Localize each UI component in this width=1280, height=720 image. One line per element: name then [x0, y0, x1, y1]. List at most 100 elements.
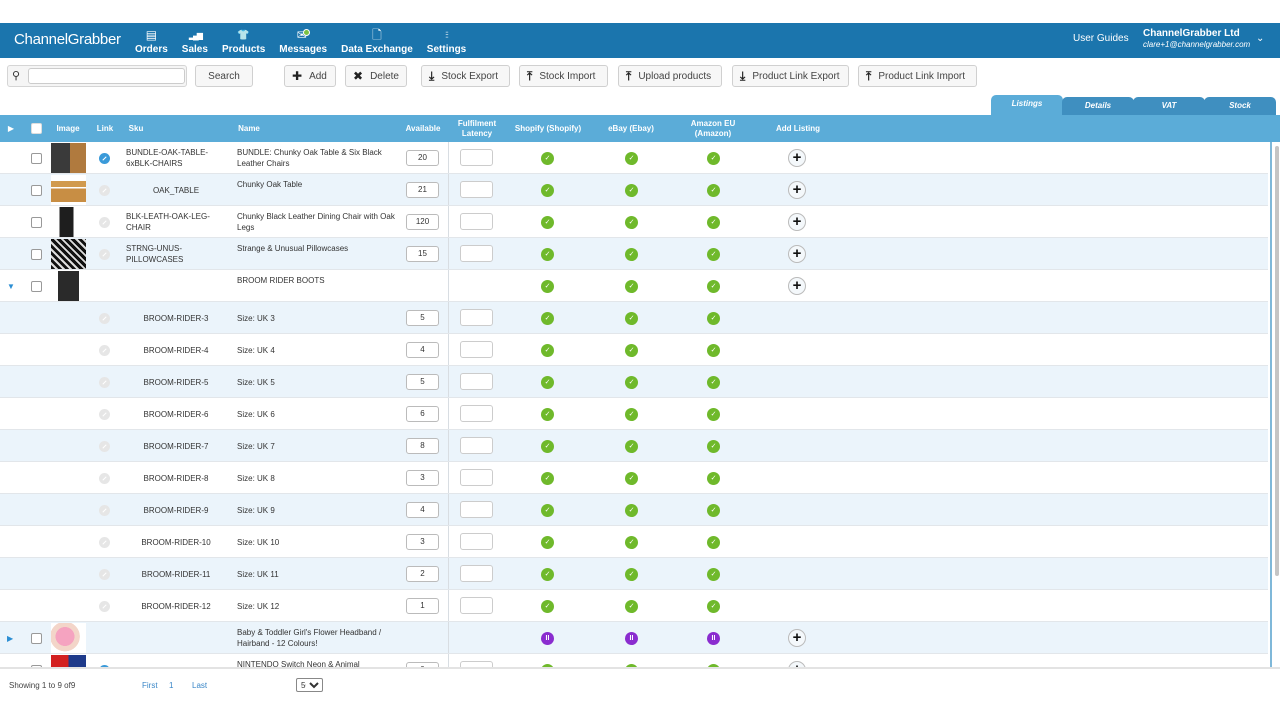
- tab-details[interactable]: Details: [1062, 97, 1134, 115]
- listing-ok-icon[interactable]: ✓: [625, 184, 638, 197]
- link-icon[interactable]: [99, 217, 110, 228]
- available-input[interactable]: 4: [406, 342, 439, 358]
- variation-row[interactable]: BROOM-RIDER-12 Size: UK 12 1 ✓ ✓ ✓: [0, 590, 1268, 622]
- link-icon[interactable]: [99, 505, 110, 516]
- listing-ok-icon[interactable]: ✓: [625, 440, 638, 453]
- link-icon[interactable]: [99, 569, 110, 580]
- listing-ok-icon[interactable]: ✓: [541, 152, 554, 165]
- search-button[interactable]: Search: [195, 65, 253, 87]
- link-icon[interactable]: [99, 153, 110, 164]
- listing-ok-icon[interactable]: ✓: [707, 472, 720, 485]
- listing-ok-icon[interactable]: ✓: [541, 184, 554, 197]
- listing-ok-icon[interactable]: ✓: [707, 344, 720, 357]
- product-thumbnail[interactable]: [51, 239, 86, 269]
- listing-ok-icon[interactable]: ✓: [707, 248, 720, 261]
- listing-ok-icon[interactable]: ✓: [707, 408, 720, 421]
- add-listing-button[interactable]: +: [788, 245, 806, 263]
- product-thumbnail[interactable]: [51, 207, 86, 237]
- available-input[interactable]: 2: [406, 566, 439, 582]
- listing-ok-icon[interactable]: ✓: [625, 248, 638, 261]
- product-thumbnail[interactable]: [51, 143, 86, 173]
- variation-row[interactable]: BROOM-RIDER-11 Size: UK 11 2 ✓ ✓ ✓: [0, 558, 1268, 590]
- add-listing-button[interactable]: +: [788, 181, 806, 199]
- tab-stock[interactable]: Stock: [1204, 97, 1276, 115]
- available-input[interactable]: 5: [406, 310, 439, 326]
- link-icon[interactable]: [99, 377, 110, 388]
- product-thumbnail[interactable]: [51, 175, 86, 205]
- link-icon[interactable]: [99, 537, 110, 548]
- row-checkbox[interactable]: [31, 217, 42, 228]
- fulfilment-latency-input[interactable]: [460, 373, 493, 390]
- account-menu[interactable]: ChannelGrabber Ltd clare+1@channelgrabbe…: [1143, 28, 1250, 49]
- listing-ok-icon[interactable]: ✓: [541, 472, 554, 485]
- available-input[interactable]: 120: [406, 214, 439, 230]
- add-listing-button[interactable]: +: [788, 277, 806, 295]
- column-sku[interactable]: Sku: [128, 115, 144, 142]
- add-listing-button[interactable]: +: [788, 213, 806, 231]
- nav-sales[interactable]: ▂▄▆ Sales: [175, 23, 215, 58]
- product-thumbnail[interactable]: [51, 271, 86, 301]
- fulfilment-latency-input[interactable]: [460, 501, 493, 518]
- available-input[interactable]: 6: [406, 406, 439, 422]
- user-guides-link[interactable]: User Guides: [1073, 33, 1129, 44]
- page-1-link[interactable]: 1: [169, 681, 173, 690]
- fulfilment-latency-input[interactable]: [460, 245, 493, 262]
- variation-row[interactable]: BROOM-RIDER-5 Size: UK 5 5 ✓ ✓ ✓: [0, 366, 1268, 398]
- channelgrabber-logo[interactable]: ChannelGrabber: [14, 31, 121, 48]
- search-input[interactable]: [28, 68, 185, 84]
- column-name[interactable]: Name: [235, 115, 263, 142]
- fulfilment-latency-input[interactable]: [460, 149, 493, 166]
- scrollbar-thumb[interactable]: [1275, 146, 1279, 576]
- tab-vat[interactable]: VAT: [1133, 97, 1205, 115]
- fulfilment-latency-input[interactable]: [460, 597, 493, 614]
- link-icon[interactable]: [99, 313, 110, 324]
- product-link-import-button[interactable]: ⤒ Product Link Import: [858, 65, 977, 87]
- product-row[interactable]: STRNG-UNUS-PILLOWCASES Strange & Unusual …: [0, 238, 1268, 270]
- row-checkbox[interactable]: [31, 633, 42, 644]
- product-row[interactable]: SWITCH-ANIMAL- NINTENDO Switch Neon & Ani…: [0, 654, 1268, 667]
- listing-ok-icon[interactable]: ✓: [625, 568, 638, 581]
- row-checkbox[interactable]: [31, 249, 42, 260]
- product-row[interactable]: BUNDLE-OAK-TABLE-6xBLK-CHAIRS BUNDLE: Chu…: [0, 142, 1268, 174]
- available-input[interactable]: 1: [406, 598, 439, 614]
- add-button[interactable]: ✚ Add: [284, 65, 336, 87]
- link-icon[interactable]: [99, 345, 110, 356]
- product-link-export-button[interactable]: ⤓ Product Link Export: [732, 65, 849, 87]
- variation-row[interactable]: BROOM-RIDER-6 Size: UK 6 6 ✓ ✓ ✓: [0, 398, 1268, 430]
- available-input[interactable]: 5: [406, 374, 439, 390]
- fulfilment-latency-input[interactable]: [460, 437, 493, 454]
- listing-paused-icon[interactable]: II: [541, 632, 554, 645]
- tab-listings[interactable]: Listings: [991, 95, 1063, 115]
- fulfilment-latency-input[interactable]: [460, 533, 493, 550]
- listing-ok-icon[interactable]: ✓: [707, 312, 720, 325]
- nav-products[interactable]: 👕 Products: [215, 23, 272, 58]
- listing-ok-icon[interactable]: ✓: [541, 376, 554, 389]
- listing-ok-icon[interactable]: ✓: [707, 504, 720, 517]
- link-icon[interactable]: [99, 249, 110, 260]
- link-icon[interactable]: [99, 601, 110, 612]
- row-checkbox[interactable]: [31, 185, 42, 196]
- listing-ok-icon[interactable]: ✓: [541, 504, 554, 517]
- stock-import-button[interactable]: ⤒ Stock Import: [519, 65, 608, 87]
- product-row[interactable]: OAK_TABLE Chunky Oak Table 21 ✓ ✓ ✓ +: [0, 174, 1268, 206]
- first-page-link[interactable]: First: [142, 681, 158, 690]
- stock-export-button[interactable]: ⤓ Stock Export: [421, 65, 510, 87]
- listing-ok-icon[interactable]: ✓: [541, 440, 554, 453]
- available-input[interactable]: 20: [406, 150, 439, 166]
- listing-ok-icon[interactable]: ✓: [625, 216, 638, 229]
- available-input[interactable]: 21: [406, 182, 439, 198]
- fulfilment-latency-input[interactable]: [460, 181, 493, 198]
- last-page-link[interactable]: Last: [192, 681, 207, 690]
- expand-all-icon[interactable]: ▶: [6, 115, 16, 142]
- product-thumbnail[interactable]: [51, 623, 86, 653]
- link-icon[interactable]: [99, 409, 110, 420]
- listing-ok-icon[interactable]: ✓: [625, 536, 638, 549]
- available-input[interactable]: 4: [406, 502, 439, 518]
- listing-ok-icon[interactable]: ✓: [625, 152, 638, 165]
- product-thumbnail[interactable]: [51, 655, 86, 667]
- fulfilment-latency-input[interactable]: [460, 405, 493, 422]
- variation-row[interactable]: BROOM-RIDER-7 Size: UK 7 8 ✓ ✓ ✓: [0, 430, 1268, 462]
- upload-products-button[interactable]: ⤒ Upload products: [618, 65, 722, 87]
- expand-toggle-icon[interactable]: ▶: [7, 622, 17, 654]
- listing-ok-icon[interactable]: ✓: [707, 568, 720, 581]
